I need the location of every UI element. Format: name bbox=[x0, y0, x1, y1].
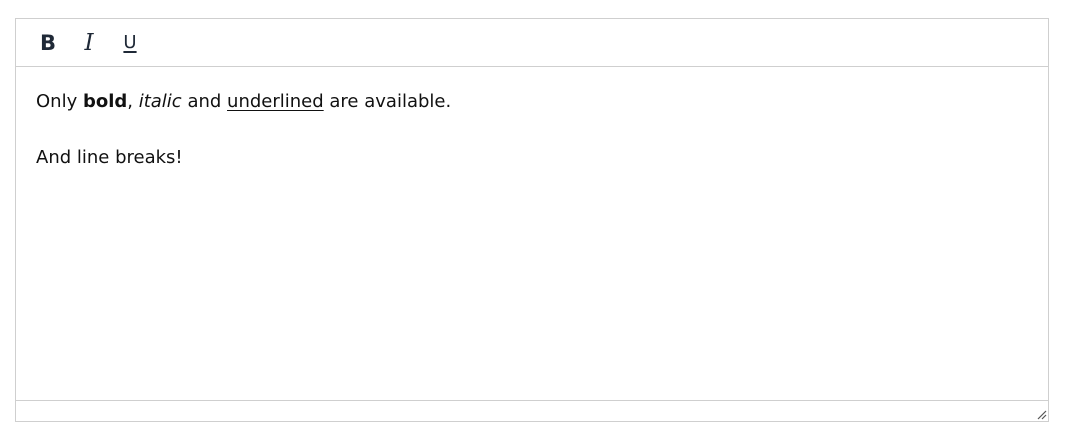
editor-toolbar: B I U bbox=[16, 19, 1048, 67]
bold-button[interactable]: B bbox=[34, 27, 62, 59]
resize-handle-icon[interactable] bbox=[1035, 408, 1047, 420]
rich-text-editor: B I U Only bold, italic and underlined a… bbox=[15, 18, 1049, 422]
underline-button[interactable]: U bbox=[116, 27, 144, 59]
editor-content-area[interactable]: Only bold, italic and underlined are ava… bbox=[16, 67, 1048, 401]
underlined-text: underlined bbox=[227, 91, 324, 112]
italic-icon: I bbox=[84, 29, 94, 56]
italic-text: italic bbox=[138, 91, 182, 112]
text-mid: and bbox=[181, 91, 228, 112]
paragraph-1: Only bold, italic and underlined are ava… bbox=[36, 89, 1028, 115]
editor-status-bar bbox=[16, 400, 1048, 421]
text-suffix: are available. bbox=[323, 91, 452, 112]
paragraph-2: And line breaks! bbox=[36, 147, 183, 168]
text-prefix: Only bbox=[36, 91, 83, 112]
underline-icon: U bbox=[123, 32, 137, 53]
bold-text: bold bbox=[82, 91, 128, 112]
text-separator: , bbox=[127, 91, 139, 112]
bold-icon: B bbox=[39, 30, 56, 55]
italic-button[interactable]: I bbox=[75, 27, 103, 59]
